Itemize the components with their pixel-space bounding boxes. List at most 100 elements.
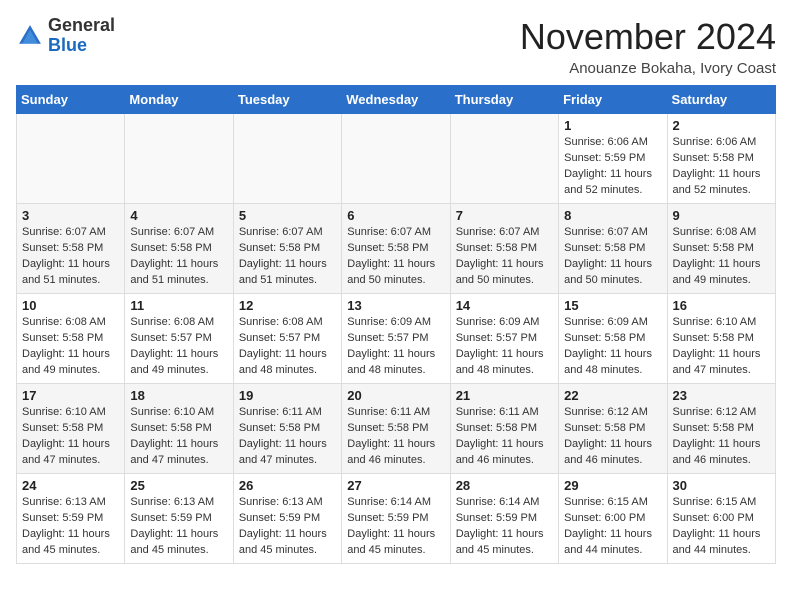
day-number: 13 xyxy=(347,298,444,313)
calendar-day-cell: 23 Sunrise: 6:12 AM Sunset: 5:58 PM Dayli… xyxy=(667,384,775,474)
calendar-day-cell: 12 Sunrise: 6:08 AM Sunset: 5:57 PM Dayli… xyxy=(233,294,341,384)
day-info: Sunrise: 6:15 AM Sunset: 6:00 PM Dayligh… xyxy=(673,495,770,559)
day-number: 22 xyxy=(564,388,661,403)
day-info: Sunrise: 6:07 AM Sunset: 5:58 PM Dayligh… xyxy=(130,225,227,289)
day-info: Sunrise: 6:11 AM Sunset: 5:58 PM Dayligh… xyxy=(456,405,553,469)
day-info: Sunrise: 6:07 AM Sunset: 5:58 PM Dayligh… xyxy=(22,225,119,289)
day-info: Sunrise: 6:13 AM Sunset: 5:59 PM Dayligh… xyxy=(130,495,227,559)
day-info: Sunrise: 6:11 AM Sunset: 5:58 PM Dayligh… xyxy=(347,405,444,469)
day-number: 23 xyxy=(673,388,770,403)
logo-text: General Blue xyxy=(48,16,115,56)
page-header: General Blue November 2024 Anouanze Boka… xyxy=(16,16,776,77)
day-info: Sunrise: 6:08 AM Sunset: 5:57 PM Dayligh… xyxy=(239,315,336,379)
location: Anouanze Bokaha, Ivory Coast xyxy=(520,60,776,77)
weekday-header-cell: Sunday xyxy=(17,86,125,114)
day-info: Sunrise: 6:09 AM Sunset: 5:57 PM Dayligh… xyxy=(456,315,553,379)
day-number: 24 xyxy=(22,478,119,493)
weekday-header-cell: Monday xyxy=(125,86,233,114)
day-info: Sunrise: 6:15 AM Sunset: 6:00 PM Dayligh… xyxy=(564,495,661,559)
weekday-header-cell: Thursday xyxy=(450,86,558,114)
calendar-day-cell: 19 Sunrise: 6:11 AM Sunset: 5:58 PM Dayli… xyxy=(233,384,341,474)
calendar-day-cell: 4 Sunrise: 6:07 AM Sunset: 5:58 PM Daylig… xyxy=(125,204,233,294)
calendar-day-cell xyxy=(17,114,125,204)
calendar-day-cell: 24 Sunrise: 6:13 AM Sunset: 5:59 PM Dayli… xyxy=(17,474,125,564)
day-info: Sunrise: 6:07 AM Sunset: 5:58 PM Dayligh… xyxy=(239,225,336,289)
day-info: Sunrise: 6:12 AM Sunset: 5:58 PM Dayligh… xyxy=(564,405,661,469)
day-number: 14 xyxy=(456,298,553,313)
calendar-day-cell: 5 Sunrise: 6:07 AM Sunset: 5:58 PM Daylig… xyxy=(233,204,341,294)
day-number: 7 xyxy=(456,208,553,223)
day-number: 20 xyxy=(347,388,444,403)
calendar-day-cell: 2 Sunrise: 6:06 AM Sunset: 5:58 PM Daylig… xyxy=(667,114,775,204)
day-number: 2 xyxy=(673,118,770,133)
calendar-day-cell: 11 Sunrise: 6:08 AM Sunset: 5:57 PM Dayli… xyxy=(125,294,233,384)
day-number: 16 xyxy=(673,298,770,313)
day-number: 9 xyxy=(673,208,770,223)
day-number: 5 xyxy=(239,208,336,223)
calendar-day-cell: 18 Sunrise: 6:10 AM Sunset: 5:58 PM Dayli… xyxy=(125,384,233,474)
calendar-day-cell xyxy=(450,114,558,204)
calendar-day-cell: 22 Sunrise: 6:12 AM Sunset: 5:58 PM Dayli… xyxy=(559,384,667,474)
day-info: Sunrise: 6:11 AM Sunset: 5:58 PM Dayligh… xyxy=(239,405,336,469)
calendar-week-row: 17 Sunrise: 6:10 AM Sunset: 5:58 PM Dayli… xyxy=(17,384,776,474)
day-info: Sunrise: 6:08 AM Sunset: 5:58 PM Dayligh… xyxy=(673,225,770,289)
calendar-day-cell: 29 Sunrise: 6:15 AM Sunset: 6:00 PM Dayli… xyxy=(559,474,667,564)
logo-icon xyxy=(16,22,44,50)
day-number: 11 xyxy=(130,298,227,313)
calendar-day-cell: 10Sunrise: 6:08 AM Sunset: 5:58 PM Dayli… xyxy=(17,294,125,384)
day-info: Sunrise: 6:07 AM Sunset: 5:58 PM Dayligh… xyxy=(564,225,661,289)
calendar-day-cell: 17 Sunrise: 6:10 AM Sunset: 5:58 PM Dayli… xyxy=(17,384,125,474)
day-number: 27 xyxy=(347,478,444,493)
calendar-day-cell: 6Sunrise: 6:07 AM Sunset: 5:58 PM Daylig… xyxy=(342,204,450,294)
weekday-header-cell: Tuesday xyxy=(233,86,341,114)
calendar-day-cell: 9 Sunrise: 6:08 AM Sunset: 5:58 PM Daylig… xyxy=(667,204,775,294)
day-number: 6 xyxy=(347,208,444,223)
calendar-day-cell: 16 Sunrise: 6:10 AM Sunset: 5:58 PM Dayli… xyxy=(667,294,775,384)
day-number: 1 xyxy=(564,118,661,133)
calendar-day-cell: 14 Sunrise: 6:09 AM Sunset: 5:57 PM Dayli… xyxy=(450,294,558,384)
calendar-day-cell: 28Sunrise: 6:14 AM Sunset: 5:59 PM Dayli… xyxy=(450,474,558,564)
day-info: Sunrise: 6:09 AM Sunset: 5:58 PM Dayligh… xyxy=(564,315,661,379)
day-info: Sunrise: 6:06 AM Sunset: 5:59 PM Dayligh… xyxy=(564,135,661,199)
day-info: Sunrise: 6:07 AM Sunset: 5:58 PM Dayligh… xyxy=(456,225,553,289)
day-info: Sunrise: 6:10 AM Sunset: 5:58 PM Dayligh… xyxy=(673,315,770,379)
day-number: 10 xyxy=(22,298,119,313)
logo: General Blue xyxy=(16,16,115,56)
calendar-day-cell: 30Sunrise: 6:15 AM Sunset: 6:00 PM Dayli… xyxy=(667,474,775,564)
day-number: 19 xyxy=(239,388,336,403)
day-number: 17 xyxy=(22,388,119,403)
day-info: Sunrise: 6:13 AM Sunset: 5:59 PM Dayligh… xyxy=(22,495,119,559)
calendar-day-cell: 27Sunrise: 6:14 AM Sunset: 5:59 PM Dayli… xyxy=(342,474,450,564)
calendar-day-cell: 3Sunrise: 6:07 AM Sunset: 5:58 PM Daylig… xyxy=(17,204,125,294)
calendar-week-row: 24 Sunrise: 6:13 AM Sunset: 5:59 PM Dayli… xyxy=(17,474,776,564)
day-info: Sunrise: 6:10 AM Sunset: 5:58 PM Dayligh… xyxy=(22,405,119,469)
weekday-header-cell: Saturday xyxy=(667,86,775,114)
weekday-header-cell: Friday xyxy=(559,86,667,114)
weekday-header-row: SundayMondayTuesdayWednesdayThursdayFrid… xyxy=(17,86,776,114)
calendar-table: SundayMondayTuesdayWednesdayThursdayFrid… xyxy=(16,85,776,564)
calendar-day-cell xyxy=(342,114,450,204)
day-number: 15 xyxy=(564,298,661,313)
calendar-header: SundayMondayTuesdayWednesdayThursdayFrid… xyxy=(17,86,776,114)
calendar-day-cell: 21 Sunrise: 6:11 AM Sunset: 5:58 PM Dayli… xyxy=(450,384,558,474)
day-number: 12 xyxy=(239,298,336,313)
calendar-day-cell: 8 Sunrise: 6:07 AM Sunset: 5:58 PM Daylig… xyxy=(559,204,667,294)
calendar-day-cell: 26Sunrise: 6:13 AM Sunset: 5:59 PM Dayli… xyxy=(233,474,341,564)
calendar-day-cell: 13Sunrise: 6:09 AM Sunset: 5:57 PM Dayli… xyxy=(342,294,450,384)
day-number: 21 xyxy=(456,388,553,403)
day-info: Sunrise: 6:10 AM Sunset: 5:58 PM Dayligh… xyxy=(130,405,227,469)
day-number: 4 xyxy=(130,208,227,223)
day-number: 8 xyxy=(564,208,661,223)
calendar-day-cell: 15 Sunrise: 6:09 AM Sunset: 5:58 PM Dayli… xyxy=(559,294,667,384)
day-number: 18 xyxy=(130,388,227,403)
calendar-week-row: 10Sunrise: 6:08 AM Sunset: 5:58 PM Dayli… xyxy=(17,294,776,384)
day-number: 26 xyxy=(239,478,336,493)
calendar-day-cell: 7 Sunrise: 6:07 AM Sunset: 5:58 PM Daylig… xyxy=(450,204,558,294)
day-info: Sunrise: 6:06 AM Sunset: 5:58 PM Dayligh… xyxy=(673,135,770,199)
day-number: 28 xyxy=(456,478,553,493)
day-info: Sunrise: 6:12 AM Sunset: 5:58 PM Dayligh… xyxy=(673,405,770,469)
day-number: 29 xyxy=(564,478,661,493)
day-info: Sunrise: 6:08 AM Sunset: 5:57 PM Dayligh… xyxy=(130,315,227,379)
calendar-week-row: 1 Sunrise: 6:06 AM Sunset: 5:59 PM Daylig… xyxy=(17,114,776,204)
calendar-body: 1 Sunrise: 6:06 AM Sunset: 5:59 PM Daylig… xyxy=(17,114,776,564)
